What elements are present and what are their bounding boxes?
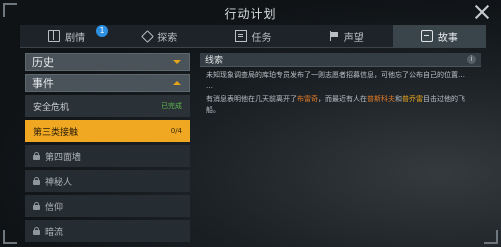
notification-badge: 1 <box>96 25 108 37</box>
event-item-mysterious-person[interactable]: 神秘人 <box>25 170 190 192</box>
clue-panel: 线索 i 未知现象调查局的库珀专员发布了一则志愿者招募信息，可他忘了公布自己的位… <box>200 53 481 237</box>
event-status: 已完成 <box>161 102 182 110</box>
clue-text: 未知现象调查局的库珀专员发布了一则志愿者招募信息，可他忘了公布自己的位置… … … <box>200 67 481 121</box>
clue-text-line: 未知现象调查局的库珀专员发布了一则志愿者招募信息，可他忘了公布自己的位置… <box>206 71 465 79</box>
info-icon[interactable]: i <box>467 55 476 64</box>
chevron-up-icon <box>173 81 181 85</box>
event-item-security-crisis[interactable]: 安全危机 已完成 <box>25 95 190 117</box>
event-progress: 0/4 <box>170 127 182 135</box>
lock-icon <box>33 177 40 185</box>
place-highlight: 普乔雷 <box>402 95 423 103</box>
tab-reputation[interactable]: 声望 <box>300 25 393 47</box>
place-highlight: 普斯科夫 <box>367 95 395 103</box>
tab-explore-label: 探索 <box>157 32 178 44</box>
tab-plot[interactable]: 剧情 1 <box>20 25 113 47</box>
event-item-faith[interactable]: 信仰 <box>25 195 190 217</box>
clue-text-line: 和 <box>395 95 402 103</box>
lock-icon <box>33 227 40 235</box>
lock-icon <box>33 202 40 210</box>
history-section-header[interactable]: 历史 <box>25 53 190 71</box>
clue-text-line: 有消息表明他在几天前离开了 <box>206 95 297 103</box>
tab-story-label: 故事 <box>437 32 458 44</box>
story-icon <box>420 30 433 42</box>
book-icon <box>48 30 61 42</box>
event-item-label: 安全危机 <box>33 102 70 113</box>
event-item-label: 第四面墙 <box>45 152 82 163</box>
tab-tasks[interactable]: 任务 <box>206 25 299 47</box>
event-item-label: 神秘人 <box>45 177 73 188</box>
frame-corner-bottom-left <box>3 230 17 244</box>
sidebar: 历史 事件 安全危机 已完成 第三类接触 0/4 第四面墙 神秘人 信仰 暗流 <box>25 53 190 247</box>
clue-paragraph: 有消息表明他在几天前离开了布雷奇，而最近有人在普斯科夫和普乔雷目击过他的飞船。 <box>206 94 475 116</box>
event-item-fourth-wall[interactable]: 第四面墙 <box>25 145 190 167</box>
chevron-down-icon <box>173 60 181 64</box>
event-item-label: 第三类接触 <box>33 127 79 138</box>
history-section-label: 历史 <box>32 56 54 69</box>
event-item-third-contact[interactable]: 第三类接触 0/4 <box>25 120 190 142</box>
clue-header: 线索 i <box>200 53 481 67</box>
window-title: 行动计划 <box>224 7 277 21</box>
tab-plot-label: 剧情 <box>65 32 86 44</box>
lock-icon <box>33 152 40 160</box>
frame-corner-bottom-right <box>484 230 498 244</box>
events-section-header[interactable]: 事件 <box>25 74 190 92</box>
events-section-label: 事件 <box>32 77 54 90</box>
tab-story[interactable]: 故事 <box>392 25 487 47</box>
clue-text-line: ，而最近有人在 <box>318 95 367 103</box>
tab-bar: 剧情 1 探索 任务 声望 故事 <box>20 25 487 48</box>
flag-icon <box>329 31 339 41</box>
window-background: 行动计划 剧情 1 探索 任务 声望 故事 历史 事件 安全危机 已完成 第三类… <box>0 0 501 247</box>
close-icon[interactable] <box>474 4 490 20</box>
event-item-undercurrent[interactable]: 暗流 <box>25 220 190 242</box>
place-highlight: 布雷奇 <box>297 95 318 103</box>
explore-icon <box>142 31 152 41</box>
tab-tasks-label: 任务 <box>251 32 272 44</box>
clue-title: 线索 <box>205 56 224 66</box>
tab-explore[interactable]: 探索 <box>113 25 206 47</box>
clue-ellipsis: … <box>206 82 213 90</box>
task-icon <box>234 30 247 42</box>
event-item-label: 暗流 <box>45 227 64 238</box>
tab-reputation-label: 声望 <box>343 32 364 44</box>
clue-paragraph: 未知现象调查局的库珀专员发布了一则志愿者招募信息，可他忘了公布自己的位置… … <box>206 70 475 92</box>
event-item-label: 信仰 <box>45 202 64 213</box>
